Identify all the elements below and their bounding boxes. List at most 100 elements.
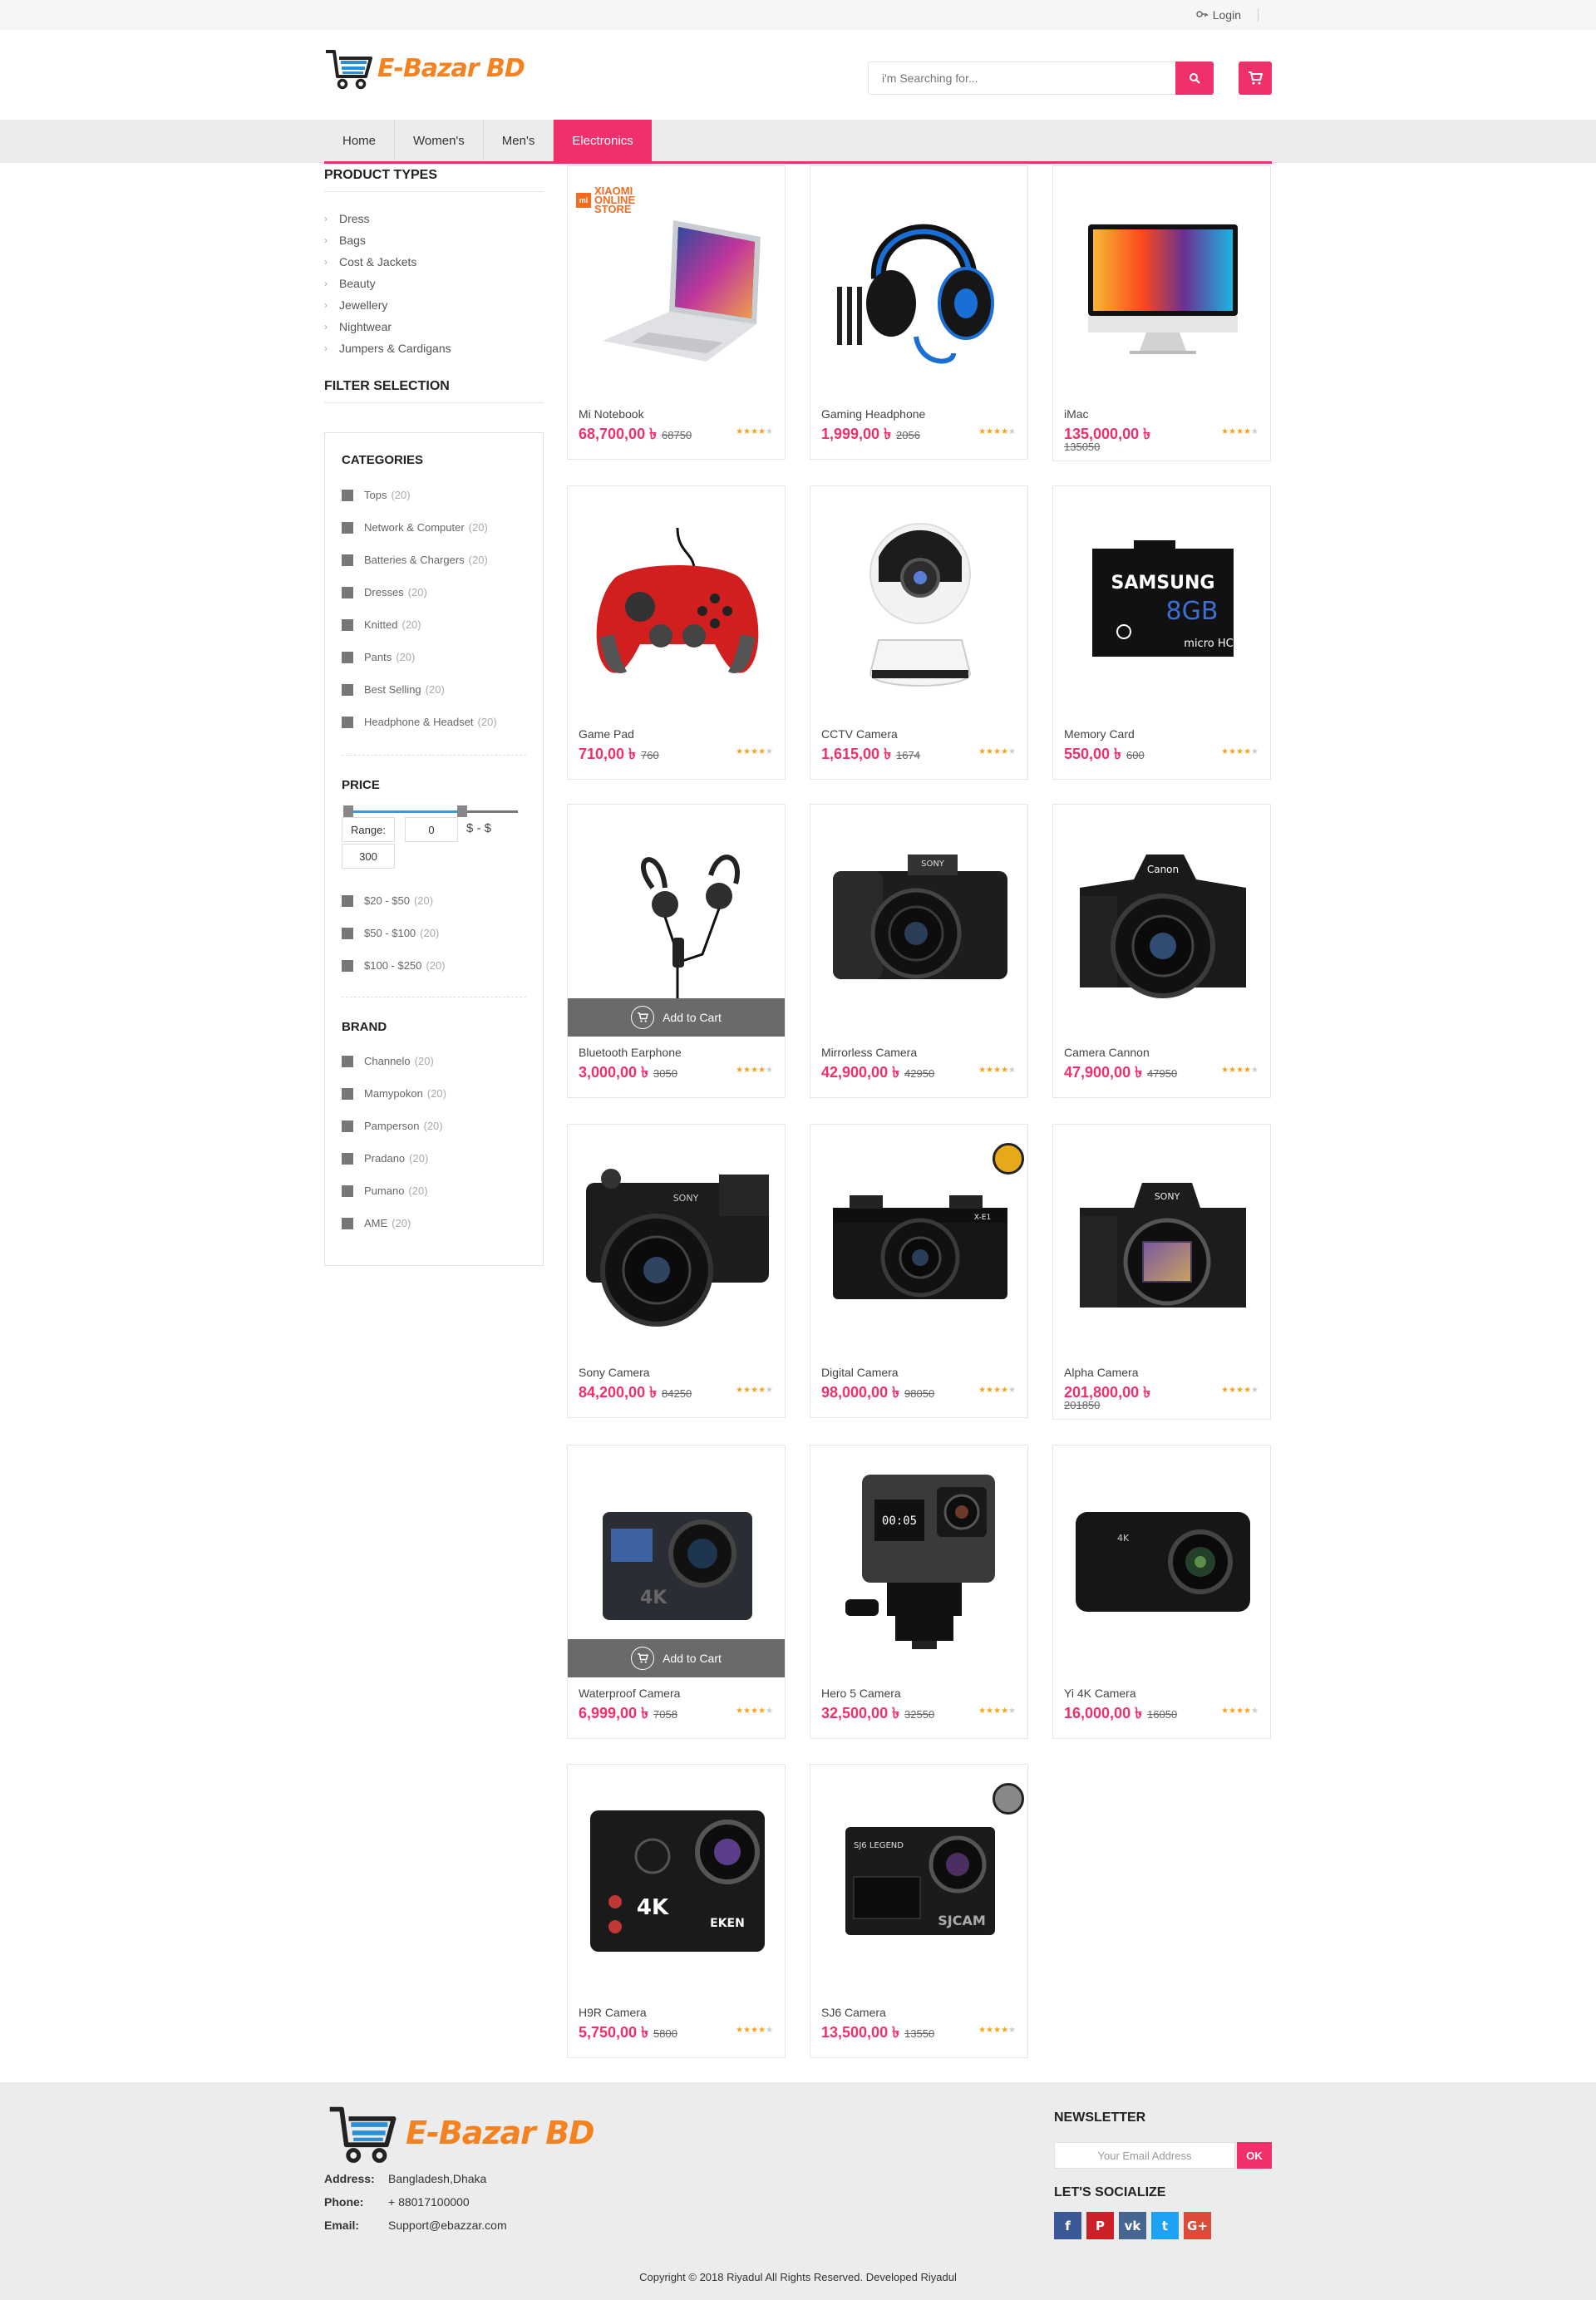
product-name[interactable]: Memory Card: [1064, 727, 1135, 741]
pinterest-icon[interactable]: P: [1086, 2212, 1114, 2239]
category-item[interactable]: Batteries & Chargers (20): [342, 544, 497, 576]
product-name[interactable]: Alpha Camera: [1064, 1366, 1139, 1379]
nav-item-home[interactable]: Home: [324, 120, 396, 163]
product-name[interactable]: Mi Notebook: [579, 407, 644, 421]
product-image[interactable]: 4K: [576, 1454, 778, 1670]
category-item[interactable]: Knitted (20): [342, 608, 497, 641]
brand-item-label[interactable]: Mamypokon: [364, 1087, 423, 1100]
product-name[interactable]: Sony Camera: [579, 1366, 650, 1379]
footer-logo[interactable]: E-Bazar BD: [324, 2102, 595, 2164]
category-item[interactable]: Tops (20): [342, 479, 497, 511]
product-name[interactable]: Digital Camera: [821, 1366, 899, 1379]
add-to-cart-label[interactable]: Add to Cart: [663, 1652, 722, 1665]
product-name[interactable]: Waterproof Camera: [579, 1687, 680, 1700]
range-max-input[interactable]: 300: [342, 844, 395, 869]
product-card[interactable]: SJ6 LEGEND SJCAM SJ6 Camera 13,500,00 ৳ 1355…: [810, 1764, 1028, 2058]
checkbox[interactable]: [342, 1152, 353, 1165]
price-range-item-label[interactable]: $20 - $50: [364, 894, 410, 907]
site-logo[interactable]: E-Bazar BD: [324, 47, 525, 90]
category-item-label[interactable]: Network & Computer: [364, 521, 465, 534]
product-name[interactable]: Game Pad: [579, 727, 634, 741]
price-slider-max-handle[interactable]: [456, 805, 467, 817]
product-image[interactable]: Canon: [1062, 813, 1264, 1029]
product-card[interactable]: Add to Cart Bluetooth Earphone 3,000,00 ৳ 3…: [567, 804, 786, 1098]
product-type-item[interactable]: › Jewellery: [324, 294, 451, 316]
product-name[interactable]: Camera Cannon: [1064, 1046, 1150, 1059]
product-card[interactable]: 4K Add to Cart Waterproof Camera 6,999,00 ৳…: [567, 1445, 786, 1739]
checkbox[interactable]: [342, 618, 353, 631]
product-type-label[interactable]: Cost & Jackets: [339, 251, 416, 273]
product-card[interactable]: 4K Yi 4K Camera 16,000,00 ৳ 16050 ★★★★★: [1052, 1445, 1271, 1739]
brand-item[interactable]: Pumano (20): [342, 1175, 446, 1207]
product-card[interactable]: SONY Mirrorless Camera 42,900,00 ৳ 42950 ★★★…: [810, 804, 1028, 1098]
product-image[interactable]: 4K: [1062, 1454, 1264, 1670]
category-item[interactable]: Best Selling (20): [342, 673, 497, 706]
product-card[interactable]: SONY Sony Camera 84,200,00 ৳ 84250 ★★★★★: [567, 1124, 786, 1418]
category-item-label[interactable]: Dresses: [364, 586, 404, 598]
checkbox[interactable]: [342, 586, 353, 598]
checkbox[interactable]: [342, 1217, 353, 1229]
checkbox[interactable]: [342, 894, 353, 907]
product-image[interactable]: SONY: [1062, 1133, 1264, 1349]
checkbox[interactable]: [342, 683, 353, 696]
product-image[interactable]: SONY: [819, 813, 1021, 1029]
product-image[interactable]: SJ6 LEGEND SJCAM: [819, 1773, 1021, 1989]
brand-item[interactable]: Channelo (20): [342, 1045, 446, 1077]
facebook-icon[interactable]: f: [1054, 2212, 1081, 2239]
checkbox[interactable]: [342, 1087, 353, 1100]
product-type-item[interactable]: › Dress: [324, 208, 451, 229]
add-to-cart-button[interactable]: Add to Cart: [568, 998, 785, 1037]
product-name[interactable]: Yi 4K Camera: [1064, 1687, 1136, 1700]
product-image[interactable]: [576, 813, 778, 1029]
category-item-label[interactable]: Best Selling: [364, 683, 421, 696]
checkbox[interactable]: [342, 716, 353, 728]
product-name[interactable]: Gaming Headphone: [821, 407, 925, 421]
product-card[interactable]: Canon Camera Cannon 47,900,00 ৳ 47950 ★★★★★: [1052, 804, 1271, 1098]
product-card[interactable]: Game Pad 710,00 ৳ 760 ★★★★★: [567, 485, 786, 780]
product-name[interactable]: Mirrorless Camera: [821, 1046, 917, 1059]
nav-item-electronics[interactable]: Electronics: [554, 120, 652, 163]
product-card[interactable]: CCTV Camera 1,615,00 ৳ 1674 ★★★★★: [810, 485, 1028, 780]
product-type-item[interactable]: › Beauty: [324, 273, 451, 294]
product-image[interactable]: 00:05: [819, 1454, 1021, 1670]
add-to-cart-button[interactable]: Add to Cart: [568, 1639, 785, 1677]
product-image[interactable]: SAMSUNG 8GB micro HC: [1062, 495, 1264, 711]
brand-item[interactable]: AME (20): [342, 1207, 446, 1239]
price-range-item-label[interactable]: $50 - $100: [364, 927, 416, 939]
product-type-label[interactable]: Jumpers & Cardigans: [339, 337, 451, 359]
product-image[interactable]: [1062, 175, 1264, 391]
brand-item[interactable]: Pradano (20): [342, 1142, 446, 1175]
product-type-label[interactable]: Nightwear: [339, 316, 392, 337]
product-type-label[interactable]: Dress: [339, 208, 370, 229]
checkbox[interactable]: [342, 1184, 353, 1197]
product-card[interactable]: mi XIAOMI ONLINE STORE Mi Notebook 68,700,0…: [567, 165, 786, 460]
product-image[interactable]: X-E1: [819, 1133, 1021, 1349]
product-image[interactable]: [819, 495, 1021, 711]
product-name[interactable]: Hero 5 Camera: [821, 1687, 901, 1700]
product-type-label[interactable]: Jewellery: [339, 294, 387, 316]
twitter-icon[interactable]: t: [1151, 2212, 1179, 2239]
price-slider-min-handle[interactable]: [343, 805, 353, 817]
checkbox[interactable]: [342, 1120, 353, 1132]
category-item[interactable]: Pants (20): [342, 641, 497, 673]
product-card[interactable]: iMac 135,000,00 ৳ 135050 ★★★★★: [1052, 165, 1271, 461]
product-card[interactable]: SONY Alpha Camera 201,800,00 ৳ 201850 ★★★★★: [1052, 1124, 1271, 1420]
cart-button[interactable]: [1239, 62, 1272, 95]
search-button[interactable]: [1175, 62, 1214, 95]
checkbox[interactable]: [342, 651, 353, 663]
category-item-label[interactable]: Batteries & Chargers: [364, 554, 465, 566]
product-card[interactable]: X-E1 Digital Camera 98,000,00 ৳ 98050 ★★★★★: [810, 1124, 1028, 1418]
product-card[interactable]: SAMSUNG 8GB micro HC Memory Card 550,00 ৳ 600…: [1052, 485, 1271, 780]
google-plus-icon[interactable]: G+: [1184, 2212, 1211, 2239]
product-name[interactable]: CCTV Camera: [821, 727, 898, 741]
product-image[interactable]: 4K EKEN: [576, 1773, 778, 1989]
price-range-item-label[interactable]: $100 - $250: [364, 959, 421, 972]
checkbox[interactable]: [342, 554, 353, 566]
product-type-item[interactable]: › Bags: [324, 229, 451, 251]
brand-item-label[interactable]: Channelo: [364, 1055, 411, 1067]
category-item[interactable]: Headphone & Headset (20): [342, 706, 497, 738]
product-type-item[interactable]: › Jumpers & Cardigans: [324, 337, 451, 359]
category-item-label[interactable]: Tops: [364, 489, 387, 501]
checkbox[interactable]: [342, 927, 353, 939]
vk-icon[interactable]: vk: [1119, 2212, 1146, 2239]
